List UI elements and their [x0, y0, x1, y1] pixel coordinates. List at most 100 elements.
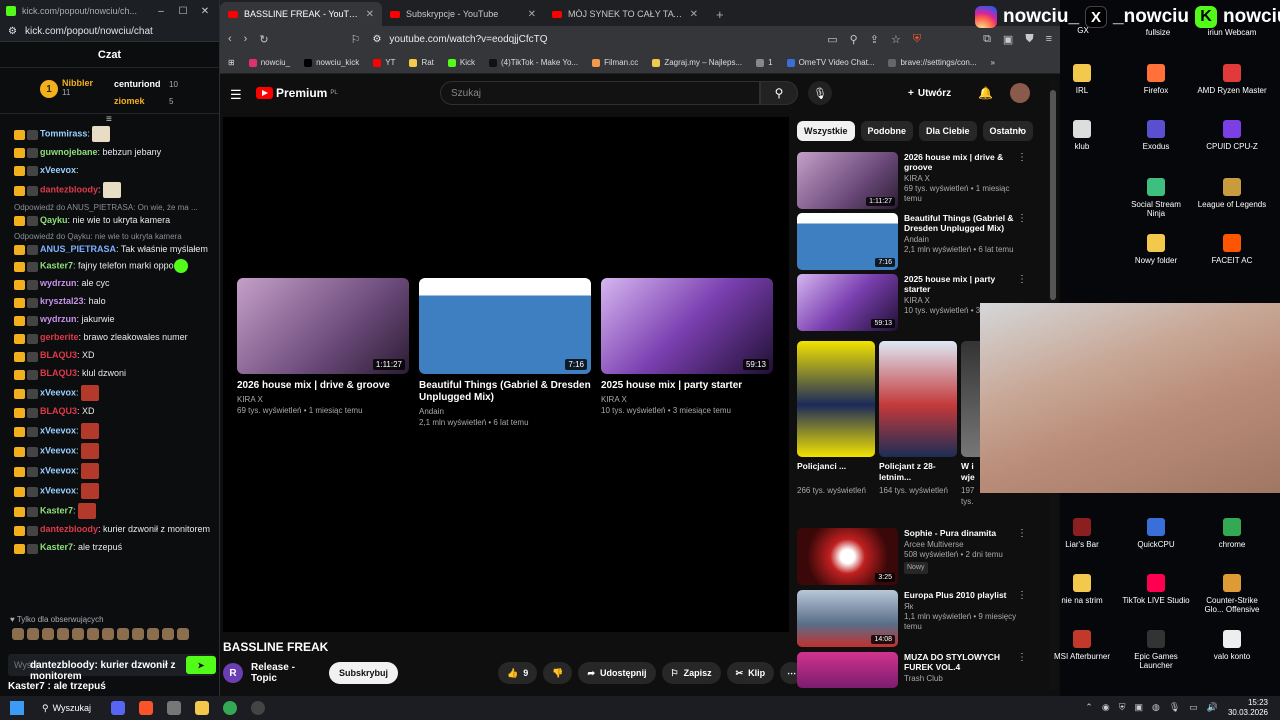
close-button[interactable]: ✕ [197, 6, 213, 17]
share-button[interactable]: ➦ Udostępnij [578, 662, 656, 684]
search-input[interactable]: Szukaj [440, 81, 760, 105]
desktop-shortcut[interactable]: Liar's Bar [1047, 518, 1117, 549]
endscreen-thumbnail[interactable]: 7:16 [419, 278, 591, 374]
emote-icon[interactable] [117, 628, 129, 640]
tray-app-icon[interactable]: ▣ [1134, 702, 1143, 713]
chat-username[interactable]: BLAQU3 [40, 368, 77, 378]
discord-icon[interactable] [111, 701, 125, 715]
endscreen-video-2[interactable]: 7:16 Beautiful Things (Gabriel & Dresden… [419, 278, 591, 427]
endscreen-thumbnail[interactable]: 1:11:27 [237, 278, 409, 374]
chevron-right-icon[interactable]: › [1018, 124, 1022, 136]
recommendation-title[interactable]: 2026 house mix | drive & groove [904, 152, 1024, 172]
brave-shield-icon[interactable]: ⛨ [913, 33, 921, 46]
chat-username[interactable]: Tommirass [40, 128, 87, 138]
leader-second[interactable]: centuriond 10 [114, 76, 178, 93]
recommendation-item[interactable]: 3:25 Sophie - Pura dinamita Arcee Multiv… [797, 528, 1027, 585]
emote-icon[interactable] [27, 628, 39, 640]
chat-url-bar[interactable]: ⚙ kick.com/popout/nowciu/chat [0, 22, 219, 42]
recommendation-thumbnail[interactable]: 3:25 [797, 528, 898, 585]
new-tab-button[interactable]: + [706, 2, 734, 26]
bookmark-item[interactable]: nowciu_ [248, 58, 290, 67]
desktop-shortcut[interactable]: Firefox [1121, 64, 1191, 95]
short-title[interactable]: Policjanci ... [797, 461, 875, 485]
bookmark-item[interactable]: Zagraj.my – Najleps... [652, 58, 742, 67]
account-avatar[interactable] [1010, 83, 1030, 103]
recommendation-channel[interactable]: KIRA X [904, 174, 1024, 184]
chat-username[interactable]: Kaster7 [40, 261, 73, 271]
emote-icon[interactable] [42, 628, 54, 640]
youtube-logo[interactable]: Premium PL [256, 86, 338, 100]
emote-icon[interactable] [12, 628, 24, 640]
recommendation-title[interactable]: Sophie - Pura dinamita [904, 528, 1024, 538]
recommendation-item[interactable]: MUZA DO STYLOWYCH FUREK VOL.4 Trash Club… [797, 652, 1027, 688]
emote-icon[interactable] [162, 628, 174, 640]
bookmark-item[interactable]: Kick [447, 58, 475, 67]
chat-username[interactable]: ANUS_PIETRASA [40, 244, 116, 254]
more-vert-icon[interactable]: ⋮ [1017, 590, 1027, 601]
network-icon[interactable]: ▭ [1189, 702, 1198, 713]
bookmark-item[interactable]: OmeTV Video Chat... [786, 58, 874, 67]
endscreen-video-1[interactable]: 1:11:27 2026 house mix | drive & groove … [237, 278, 409, 415]
address-bar[interactable]: ⚙ youtube.com/watch?v=eodqjjCfcTQ [372, 34, 815, 45]
minimize-button[interactable]: – [153, 6, 169, 17]
short-thumbnail[interactable] [797, 341, 875, 457]
tray-app-icon[interactable]: ◉ [1102, 702, 1110, 713]
subscribe-button[interactable]: Subskrybuj [329, 662, 399, 684]
save-button[interactable]: ⚐ Zapisz [661, 662, 721, 684]
more-vert-icon[interactable]: ⋮ [1017, 652, 1027, 663]
obs-icon[interactable] [167, 701, 181, 715]
desktop-shortcut[interactable]: Exodus [1121, 120, 1191, 151]
desktop-shortcut[interactable]: AMD Ryzen Master [1197, 64, 1267, 95]
chat-username[interactable]: xVeevox [40, 388, 76, 398]
chat-username[interactable]: wydrzun [40, 278, 77, 288]
site-settings-icon[interactable]: ⚙ [8, 26, 17, 37]
recommendation-thumbnail[interactable] [797, 652, 898, 688]
recommendation-thumbnail[interactable]: 1:11:27 [797, 152, 898, 209]
reload-icon[interactable]: ↻ [259, 33, 268, 46]
tab-synek[interactable]: MÓJ SYNEK TO CAŁY TATA! - YouTub ✕ [544, 2, 706, 26]
site-info-icon[interactable]: ⚙ [372, 34, 381, 45]
desktop-shortcut[interactable]: League of Legends [1197, 178, 1267, 209]
endscreen-title[interactable]: 2025 house mix | party starter [601, 380, 773, 392]
tray-app-icon[interactable]: ⛨ [1119, 702, 1126, 713]
chat-username[interactable]: xVeevox [40, 486, 76, 496]
dislike-button[interactable]: 👎 [543, 662, 573, 684]
endscreen-channel[interactable]: Andain [419, 407, 591, 416]
short-thumbnail[interactable] [879, 341, 957, 457]
desktop-shortcut[interactable]: MSI Afterburner [1047, 630, 1117, 661]
chat-username[interactable]: Qayku [40, 215, 68, 225]
chat-username[interactable]: Kaster7 [40, 542, 73, 552]
chat-username[interactable]: gerberite [40, 332, 79, 342]
emote-icon[interactable] [72, 628, 84, 640]
recommendation-item[interactable]: 14:08 Europa Plus 2010 playlist Як 1,1 m… [797, 590, 1027, 647]
bookmark-item[interactable]: Filman.cc [592, 58, 638, 67]
endscreen-channel[interactable]: KIRA X [601, 395, 773, 404]
endscreen-title[interactable]: 2026 house mix | drive & groove [237, 380, 409, 392]
endscreen-thumbnail[interactable]: 59:13 [601, 278, 773, 374]
more-vert-icon[interactable]: ⋮ [1017, 274, 1027, 285]
chevron-up-icon[interactable]: ⌃ [1085, 702, 1093, 713]
channel-name[interactable]: Release - Topic [251, 662, 321, 684]
desktop-shortcut[interactable]: Social Stream Ninja [1121, 178, 1191, 218]
desktop-shortcut[interactable]: valo konto [1197, 630, 1267, 661]
desktop-shortcut[interactable]: nie na strim [1047, 574, 1117, 605]
file-explorer-icon[interactable] [195, 701, 209, 715]
emote-bar[interactable] [12, 628, 189, 640]
chip-ostatnio[interactable]: Ostatnio [982, 121, 1034, 141]
bookmark-item[interactable]: Rat [409, 58, 434, 67]
recommendation-thumbnail[interactable]: 14:08 [797, 590, 898, 647]
short-title[interactable]: Policjant z 28-letnim... [879, 461, 957, 485]
search-button[interactable]: ⚲ [760, 81, 798, 105]
recommendation-channel[interactable]: Andain [904, 235, 1024, 245]
star-icon[interactable]: ☆ [891, 33, 901, 46]
chrome-icon[interactable] [223, 701, 237, 715]
endscreen-title[interactable]: Beautiful Things (Gabriel & Dresden Unpl… [419, 380, 591, 404]
endscreen-video-3[interactable]: 59:13 2025 house mix | party starter KIR… [601, 278, 773, 415]
bookmarks-overflow-icon[interactable]: » [991, 58, 995, 67]
short-item[interactable]: Policjant z 28-letnim... 164 tys. wyświe… [879, 341, 957, 507]
emote-icon[interactable] [102, 628, 114, 640]
chat-username[interactable]: dantezbloody [40, 524, 98, 534]
more-vert-icon[interactable]: ⋮ [1017, 528, 1027, 539]
recommendation-title[interactable]: MUZA DO STYLOWYCH FUREK VOL.4 [904, 652, 1024, 672]
chip-wszystkie[interactable]: Wszystkie [797, 121, 855, 141]
